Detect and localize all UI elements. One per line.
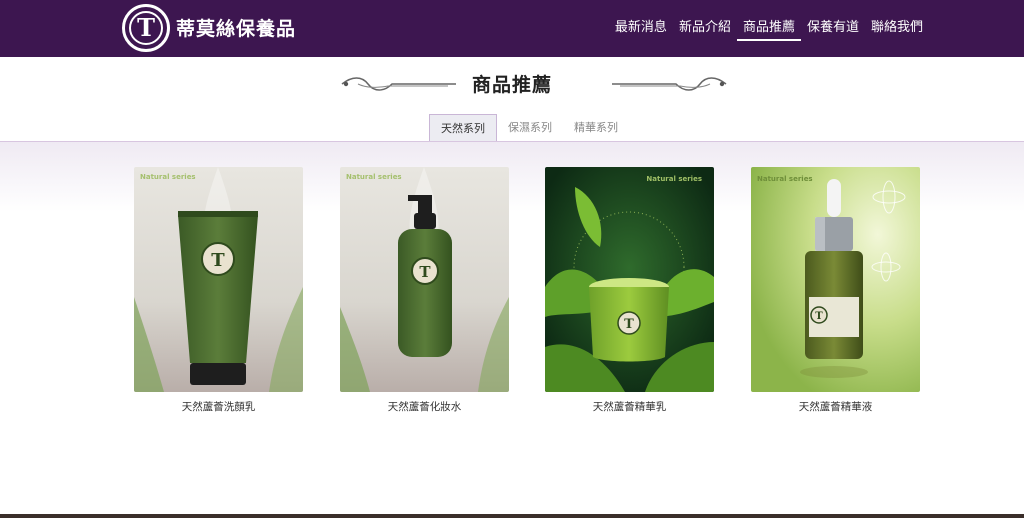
- series-tabs: 天然系列 保濕系列 精華系列: [429, 114, 629, 142]
- tab-essence-series[interactable]: 精華系列: [563, 114, 629, 142]
- footer-edge: [0, 514, 1024, 518]
- series-tag: Natural series: [346, 173, 402, 181]
- series-tag: Natural series: [140, 173, 196, 181]
- nav-item-new-products[interactable]: 新品介紹: [673, 16, 737, 41]
- series-tag: Natural series: [757, 175, 813, 183]
- nav-item-news[interactable]: 最新消息: [609, 16, 673, 41]
- product-card[interactable]: T Natural series 天然蘆薈洗顏乳: [134, 167, 303, 414]
- product-name[interactable]: 天然蘆薈洗顏乳: [134, 399, 303, 414]
- product-image[interactable]: T Natural series: [340, 167, 509, 392]
- product-name[interactable]: 天然蘆薈精華乳: [545, 399, 714, 414]
- brand-name[interactable]: 蒂莫絲保養品: [176, 14, 296, 41]
- right-flourish-icon: [612, 77, 727, 91]
- product-image[interactable]: T Natural series: [545, 167, 714, 392]
- svg-text:T: T: [419, 263, 431, 281]
- svg-text:T: T: [815, 311, 823, 322]
- top-navbar: T 蒂莫絲保養品 最新消息 新品介紹 商品推薦 保養有道 聯絡我們: [0, 0, 1024, 57]
- main-nav: 最新消息 新品介紹 商品推薦 保養有道 聯絡我們: [609, 16, 929, 41]
- product-image[interactable]: T Natural series: [751, 167, 920, 392]
- brand-logo[interactable]: T: [122, 4, 170, 52]
- tab-moisture-series[interactable]: 保濕系列: [497, 114, 563, 142]
- nav-item-skincare-tips[interactable]: 保養有道: [801, 16, 865, 41]
- product-card[interactable]: T Natural series 天然蘆薈化妝水: [340, 167, 509, 414]
- logo-letter: T: [129, 11, 163, 45]
- svg-text:T: T: [211, 250, 225, 271]
- nav-item-recommended[interactable]: 商品推薦: [736, 16, 801, 41]
- nav-item-contact[interactable]: 聯絡我們: [865, 16, 929, 41]
- svg-text:T: T: [624, 317, 634, 332]
- section-title: 商品推薦: [471, 74, 552, 96]
- product-name[interactable]: 天然蘆薈精華液: [751, 399, 920, 414]
- product-name[interactable]: 天然蘆薈化妝水: [340, 399, 509, 414]
- tab-natural-series[interactable]: 天然系列: [429, 114, 497, 142]
- tab-divider: [0, 141, 1024, 142]
- series-tag: Natural series: [646, 175, 702, 183]
- product-card[interactable]: T Natural series 天然蘆薈精華乳: [545, 167, 714, 414]
- product-image[interactable]: T Natural series: [134, 167, 303, 392]
- product-card[interactable]: T Natural series 天然蘆薈精華液: [751, 167, 920, 414]
